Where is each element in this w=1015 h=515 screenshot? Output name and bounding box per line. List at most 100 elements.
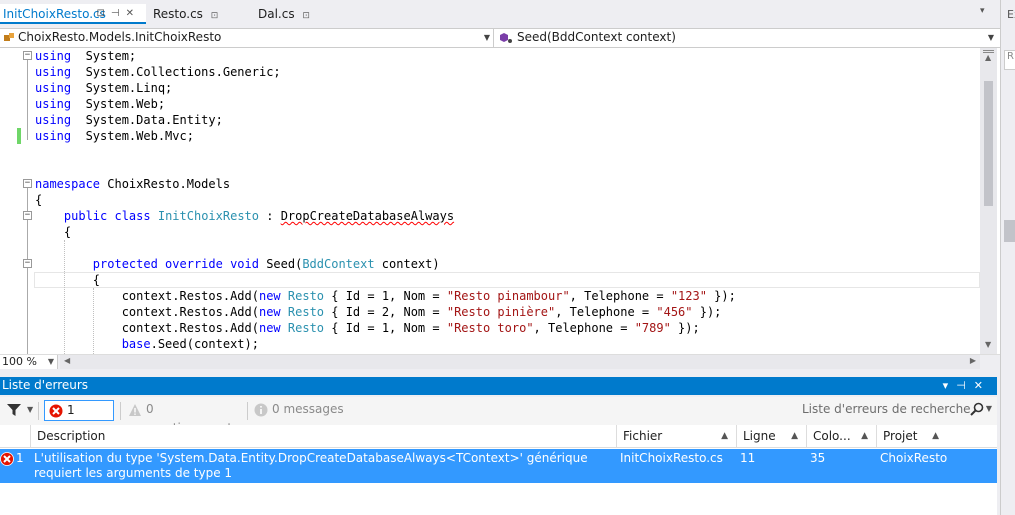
tab-initchoixresto[interactable]: InitChoixResto.cs ⊡⊣✕ — [0, 4, 146, 24]
visual-studio-window: InitChoixResto.cs ⊡⊣✕ Resto.cs ⊡ Dal.cs … — [0, 0, 1015, 515]
code-line[interactable]: protected override void Seed(BddContext … — [35, 256, 440, 272]
outline-guide — [27, 60, 28, 140]
sort-ascending-icon: ▲ — [721, 431, 728, 441]
current-line-highlight — [34, 272, 980, 288]
code-token: { Id = 1, Nom = — [324, 289, 447, 303]
zoom-level: 100 % — [2, 355, 37, 368]
tab-dal[interactable]: Dal.cs ⊡ — [255, 4, 335, 24]
code-token: context) — [374, 257, 440, 271]
column-header-label: Ligne — [743, 429, 776, 443]
code-line[interactable]: using System.Web; — [35, 96, 165, 112]
code-line[interactable]: base.Seed(context); — [35, 336, 259, 352]
tab-resto[interactable]: Resto.cs ⊡ — [150, 4, 245, 24]
type-dropdown[interactable]: ChoixResto.Models.InitChoixResto ▼ — [0, 29, 494, 47]
code-token: context.Restos.Add( — [35, 321, 259, 335]
error-project: ChoixResto — [880, 451, 948, 465]
column-header-project[interactable]: Projet ▲ — [876, 425, 997, 448]
scrollbar-thumb[interactable] — [984, 81, 993, 206]
chevron-down-icon[interactable]: ▼ — [986, 399, 992, 419]
scroll-up-icon[interactable]: ▲ — [985, 53, 991, 62]
code-token: { — [35, 273, 101, 287]
navigation-bar: ChoixResto.Models.InitChoixResto ▼ Seed(… — [0, 28, 1000, 48]
collapse-namespace-icon[interactable]: − — [23, 179, 32, 188]
code-line[interactable]: using System; — [35, 48, 136, 64]
error-column: 35 — [810, 451, 826, 465]
panel-window-buttons[interactable]: ▾⊣✕ — [943, 377, 991, 394]
code-line[interactable]: { — [35, 192, 42, 208]
side-panel-scrollbar-thumb[interactable] — [1004, 220, 1015, 242]
sort-ascending-icon: ▲ — [932, 431, 939, 441]
collapse-method-icon[interactable]: − — [23, 259, 32, 268]
code-line[interactable]: context.Restos.Add(new Resto { Id = 1, N… — [35, 288, 736, 304]
column-header-column[interactable]: Colo... ▲ — [806, 425, 876, 448]
code-error-squiggle: DropCreateDatabaseAlways — [280, 209, 455, 223]
code-token: , Telephone = — [569, 289, 671, 303]
code-token: { — [35, 193, 43, 207]
chevron-down-icon: ▼ — [483, 33, 490, 42]
code-token: System.Collections.Generic; — [71, 65, 281, 79]
tab-pin-close-icons[interactable]: ⊡⊣✕ — [97, 4, 140, 24]
code-token: Seed( — [258, 257, 303, 271]
messages-filter-button[interactable]: 0 messages — [252, 400, 352, 421]
toolbar-separator — [120, 402, 121, 420]
column-header-icon[interactable] — [0, 425, 30, 448]
code-line[interactable]: { — [35, 224, 71, 240]
error-search-input[interactable]: Liste d'erreurs de recherche ▼ — [797, 399, 994, 421]
member-dropdown[interactable]: Seed(BddContext context) ▼ — [497, 29, 997, 47]
code-keyword: using — [35, 129, 72, 143]
code-string: "Resto pinambour" — [446, 289, 570, 303]
zoom-dropdown[interactable]: 100 % ▼ — [0, 355, 58, 369]
scroll-left-icon[interactable]: ◀ — [64, 356, 70, 365]
code-keyword: using — [35, 113, 72, 127]
code-line[interactable]: context.Restos.Add(new Resto { Id = 1, N… — [35, 320, 700, 336]
filter-icon[interactable] — [7, 404, 21, 416]
column-header-line[interactable]: Ligne ▲ — [736, 425, 806, 448]
document-tab-strip: InitChoixResto.cs ⊡⊣✕ Resto.cs ⊡ Dal.cs … — [0, 0, 1000, 28]
errors-filter-button[interactable]: 1 erreur — [44, 400, 114, 436]
side-panel-search[interactable]: R — [1004, 50, 1015, 70]
code-line[interactable]: using System.Data.Entity; — [35, 112, 223, 128]
table-row[interactable]: 1 L'utilisation du type 'System.Data.Ent… — [0, 449, 997, 483]
error-list-header[interactable]: Liste d'erreurs ▾⊣✕ — [0, 377, 997, 395]
scroll-down-icon[interactable]: ▼ — [985, 340, 991, 349]
code-line[interactable]: using System.Web.Mvc; — [35, 128, 194, 144]
vertical-scrollbar[interactable]: ▲ ▼ — [980, 48, 997, 354]
code-token: context.Restos.Add( — [35, 289, 259, 303]
collapse-usings-icon[interactable]: − — [23, 51, 32, 60]
scroll-right-icon[interactable]: ▶ — [970, 356, 976, 365]
column-header-description[interactable]: Description — [30, 425, 616, 448]
code-token: , Telephone = — [555, 305, 657, 319]
code-editor[interactable]: − − − − using System; using System.Collec… — [0, 48, 1000, 354]
chevron-down-icon: ▼ — [987, 33, 994, 42]
column-header-file[interactable]: Fichier ▲ — [616, 425, 736, 448]
method-icon — [500, 33, 512, 43]
code-string: "Resto toro" — [446, 321, 534, 335]
code-line[interactable]: using System.Linq; — [35, 80, 172, 96]
code-keyword: protected override void — [92, 257, 259, 271]
search-icon[interactable] — [970, 402, 984, 416]
warnings-filter-button[interactable]: 0 avertissements — [126, 400, 246, 435]
code-type: Resto — [287, 289, 325, 303]
code-line[interactable]: { — [35, 272, 100, 288]
code-line[interactable]: namespace ChoixResto.Models — [35, 176, 230, 192]
error-icon — [0, 452, 14, 466]
code-line[interactable]: context.Restos.Add(new Resto { Id = 2, N… — [35, 304, 722, 320]
lock-icon: ⊡ — [302, 11, 310, 21]
chevron-down-icon[interactable]: ▼ — [27, 405, 33, 414]
code-keyword: namespace — [35, 177, 101, 191]
code-token: : — [259, 209, 281, 223]
collapse-class-icon[interactable]: − — [23, 211, 32, 220]
tab-overflow-dropdown-icon[interactable]: ▾ — [980, 6, 992, 20]
code-keyword: new — [258, 305, 281, 319]
code-string: "Resto pinière" — [446, 305, 556, 319]
code-line[interactable]: using System.Collections.Generic; — [35, 64, 281, 80]
code-line[interactable]: public class InitChoixResto : DropCreate… — [35, 208, 454, 224]
horizontal-scrollbar[interactable]: ◀ ▶ — [60, 355, 980, 369]
code-keyword: base — [121, 337, 151, 351]
code-keyword: new — [258, 289, 281, 303]
error-file: InitChoixResto.cs — [620, 451, 723, 465]
